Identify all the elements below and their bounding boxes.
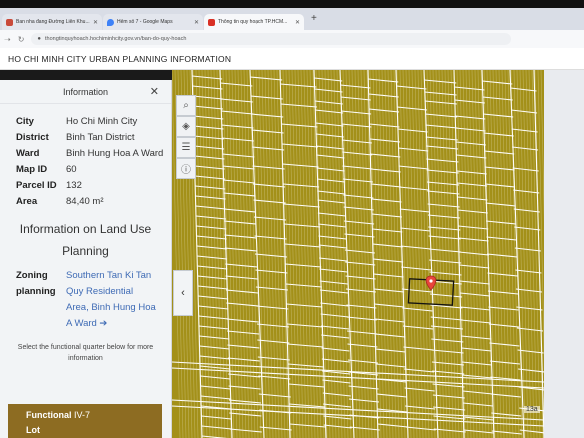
info-row-city: City Ho Chi Minh City	[0, 114, 171, 130]
functional-quarter-hint: Select the functional quarter below for …	[17, 344, 154, 362]
layers-icon[interactable]: ◈	[176, 116, 196, 137]
parcel-map-canvas[interactable]	[172, 70, 544, 438]
info-value: 132	[66, 180, 82, 191]
info-value: 84,40 m²	[66, 196, 104, 207]
zoning-label: Zoning planning	[16, 270, 56, 297]
chevron-left-icon[interactable]: ‹	[173, 270, 193, 316]
search-icon[interactable]: ⌕	[176, 95, 196, 116]
map-toolbar: ⌕ ◈ ☰ ⓘ	[176, 95, 198, 179]
map-scale-label: 13a	[524, 406, 540, 413]
planning-map[interactable]	[172, 70, 544, 438]
browser-tab[interactable]: Ban nha đang Đường Liên Khu... ✕	[2, 14, 102, 30]
close-tab-icon[interactable]: ✕	[295, 19, 300, 26]
panel-header: Information ✕	[0, 80, 171, 104]
tab-label: Thông tin quy hoạch TP.HCM...	[218, 19, 288, 25]
forward-icon[interactable]: ➝	[4, 35, 11, 44]
site-info-icon[interactable]: ●	[37, 36, 41, 42]
panel-title: Information	[62, 86, 109, 97]
site-header: HO CHI MINH CITY URBAN PLANNING INFORMAT…	[0, 48, 584, 70]
close-icon[interactable]: ✕	[150, 85, 159, 98]
info-row-district: District Binh Tan District	[0, 130, 171, 146]
info-row-ward: Ward Binh Hung Hoa A Ward	[0, 146, 171, 162]
info-row-area: Area 84,40 m²	[0, 194, 171, 210]
site-title: HO CHI MINH CITY URBAN PLANNING INFORMAT…	[8, 53, 232, 64]
address-bar: ➝ ↻ ● thongtinquyhoach.hochiminhcity.gov…	[0, 30, 584, 48]
favicon-icon	[107, 18, 114, 26]
info-row-map-id: Map ID 60	[0, 162, 171, 178]
info-key: Ward	[16, 148, 40, 159]
tab-label: Ban nha đang Đường Liên Khu...	[16, 19, 90, 25]
info-value: Binh Tan District	[66, 132, 135, 143]
favicon-icon	[6, 18, 13, 26]
favicon-icon	[208, 18, 215, 26]
functional-lot-value: IV-7	[74, 410, 91, 420]
info-key: Map ID	[16, 164, 48, 175]
info-row-parcel-id: Parcel ID 132	[0, 178, 171, 194]
list-icon[interactable]: ☰	[176, 137, 196, 158]
info-value: Binh Hung Hoa A Ward	[66, 148, 164, 159]
info-icon[interactable]: ⓘ	[176, 158, 196, 179]
info-key: District	[16, 132, 49, 143]
land-use-section-title: Information on Land Use Planning	[19, 222, 152, 258]
browser-tab[interactable]: Hẻm số 7 - Google Maps ✕	[103, 14, 203, 30]
reload-icon[interactable]: ↻	[18, 35, 25, 44]
info-value: Ho Chi Minh City	[66, 116, 138, 127]
tab-label: Hẻm số 7 - Google Maps	[117, 19, 173, 25]
zoning-link[interactable]: Southern Tan Ki Tan Quy Residential Area…	[66, 268, 156, 332]
close-tab-icon[interactable]: ✕	[93, 19, 98, 26]
browser-tab-bar: Ban nha đang Đường Liên Khu... ✕ Hẻm số …	[0, 8, 584, 30]
url-text: thongtinquyhoach.hochiminhcity.gov.vn/ba…	[45, 36, 187, 42]
information-panel: Information ✕ City Ho Chi Minh City Dist…	[0, 80, 172, 438]
zoning-row: Zoning planning Southern Tan Ki Tan Quy …	[0, 268, 171, 332]
info-key: Area	[16, 196, 38, 207]
url-field[interactable]: ● thongtinquyhoach.hochiminhcity.gov.vn/…	[31, 33, 512, 45]
info-key: City	[16, 116, 34, 127]
close-tab-icon[interactable]: ✕	[194, 19, 199, 26]
functional-lot-label: Functional Lot	[26, 410, 72, 435]
info-key: Parcel ID	[16, 180, 57, 191]
new-tab-button[interactable]: +	[305, 13, 323, 26]
info-value: 60	[66, 164, 77, 175]
functional-lot-row[interactable]: Functional Lot IV-7	[8, 404, 162, 438]
map-right-margin	[544, 70, 584, 438]
parcel-info-table: City Ho Chi Minh City District Binh Tan …	[0, 114, 171, 210]
browser-tab-active[interactable]: Thông tin quy hoạch TP.HCM... ✕	[204, 14, 304, 30]
